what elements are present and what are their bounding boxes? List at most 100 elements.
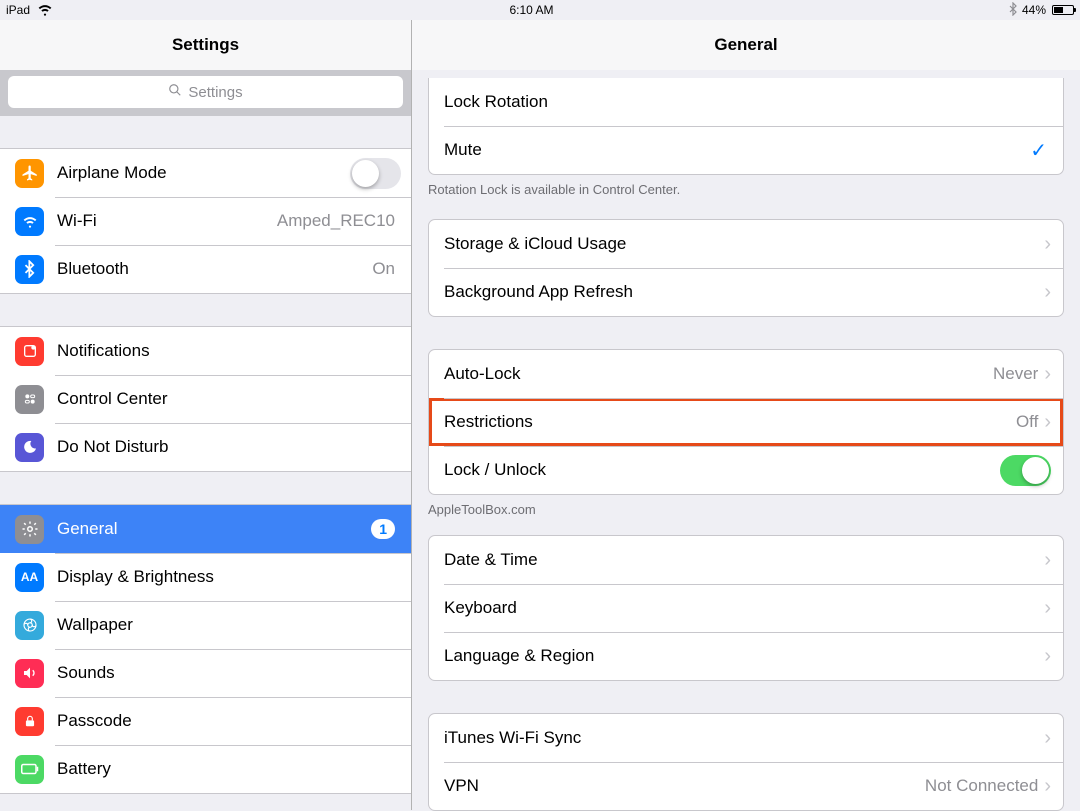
sidebar-item-notifications[interactable]: Notifications — [0, 327, 411, 375]
watermark: AppleToolBox.com — [412, 495, 1080, 517]
wifi-label: Wi-Fi — [57, 211, 277, 231]
row-datetime[interactable]: Date & Time › — [429, 536, 1063, 584]
notifications-icon — [15, 337, 44, 366]
general-icon — [15, 515, 44, 544]
wifi-icon — [36, 0, 54, 21]
search-input[interactable]: Settings — [8, 76, 403, 108]
bluetooth-label: Bluetooth — [57, 259, 372, 279]
chevron-right-icon: › — [1044, 412, 1051, 432]
dnd-icon — [15, 433, 44, 462]
lockunlock-switch[interactable] — [1000, 455, 1051, 486]
battery-percent: 44% — [1022, 3, 1046, 17]
bgrefresh-label: Background App Refresh — [444, 282, 1044, 302]
storage-label: Storage & iCloud Usage — [444, 234, 1044, 254]
sounds-label: Sounds — [57, 663, 401, 683]
clock: 6:10 AM — [509, 3, 553, 17]
vpn-label: VPN — [444, 776, 925, 796]
autolock-label: Auto-Lock — [444, 364, 993, 384]
detail-pane: General Lock Rotation Mute ✓ Rotation Lo… — [412, 20, 1080, 810]
sidebar-item-wifi[interactable]: Wi-Fi Amped_REC10 — [0, 197, 411, 245]
controlcenter-icon — [15, 385, 44, 414]
rotation-footer: Rotation Lock is available in Control Ce… — [412, 175, 1080, 197]
sidebar-item-general[interactable]: General 1 — [0, 505, 411, 553]
search-icon — [168, 83, 182, 101]
sidebar-group-general: General 1 AA Display & Brightness Wallpa… — [0, 504, 411, 794]
search-placeholder: Settings — [188, 84, 242, 101]
detail-group-itunes: iTunes Wi-Fi Sync › VPN Not Connected › — [428, 713, 1064, 811]
wallpaper-icon — [15, 611, 44, 640]
sidebar-item-wallpaper[interactable]: Wallpaper — [0, 601, 411, 649]
autolock-value: Never — [993, 364, 1038, 384]
chevron-right-icon: › — [1044, 728, 1051, 748]
row-storage[interactable]: Storage & iCloud Usage › — [429, 220, 1063, 268]
detail-group-storage: Storage & iCloud Usage › Background App … — [428, 219, 1064, 317]
chevron-right-icon: › — [1044, 646, 1051, 666]
bluetooth-value: On — [372, 259, 395, 279]
checkmark-icon: ✓ — [1030, 138, 1047, 163]
row-restrictions[interactable]: Restrictions Off › — [429, 398, 1063, 446]
sidebar-item-display[interactable]: AA Display & Brightness — [0, 553, 411, 601]
row-autolock[interactable]: Auto-Lock Never › — [429, 350, 1063, 398]
sidebar-group-notifications: Notifications Control Center Do Not Dist… — [0, 326, 411, 472]
detail-group-lock: Auto-Lock Never › Restrictions Off › Loc… — [428, 349, 1064, 495]
sidebar-item-sounds[interactable]: Sounds — [0, 649, 411, 697]
passcode-label: Passcode — [57, 711, 401, 731]
sidebar-item-controlcenter[interactable]: Control Center — [0, 375, 411, 423]
sounds-icon — [15, 659, 44, 688]
airplane-icon — [15, 159, 44, 188]
datetime-label: Date & Time — [444, 550, 1044, 570]
row-vpn[interactable]: VPN Not Connected › — [429, 762, 1063, 810]
search-wrap: Settings — [0, 70, 411, 116]
chevron-right-icon: › — [1044, 598, 1051, 618]
keyboard-label: Keyboard — [444, 598, 1044, 618]
mute-label: Mute — [444, 140, 1030, 160]
itunessync-label: iTunes Wi-Fi Sync — [444, 728, 1044, 748]
notifications-label: Notifications — [57, 341, 401, 361]
chevron-right-icon: › — [1044, 282, 1051, 302]
general-label: General — [57, 519, 371, 539]
airplane-label: Airplane Mode — [57, 163, 350, 183]
battery-settings-icon — [15, 755, 44, 784]
row-lockrotation[interactable]: Lock Rotation — [429, 78, 1063, 126]
bluetooth-status-icon — [1009, 2, 1018, 19]
controlcenter-label: Control Center — [57, 389, 401, 409]
dnd-label: Do Not Disturb — [57, 437, 401, 457]
sidebar-item-passcode[interactable]: Passcode — [0, 697, 411, 745]
row-language[interactable]: Language & Region › — [429, 632, 1063, 680]
sidebar: Settings Settings Airplane Mode Wi-Fi Am… — [0, 20, 412, 810]
lockrotation-label: Lock Rotation — [444, 92, 1051, 112]
sidebar-item-airplane[interactable]: Airplane Mode — [0, 149, 411, 197]
general-badge: 1 — [371, 519, 395, 539]
device-label: iPad — [6, 3, 30, 17]
sidebar-item-dnd[interactable]: Do Not Disturb — [0, 423, 411, 471]
status-bar: iPad 6:10 AM 44% — [0, 0, 1080, 20]
row-lockunlock[interactable]: Lock / Unlock — [429, 446, 1063, 494]
row-itunessync[interactable]: iTunes Wi-Fi Sync › — [429, 714, 1063, 762]
restrictions-value: Off — [1016, 412, 1038, 432]
wallpaper-label: Wallpaper — [57, 615, 401, 635]
chevron-right-icon: › — [1044, 364, 1051, 384]
row-bgrefresh[interactable]: Background App Refresh › — [429, 268, 1063, 316]
chevron-right-icon: › — [1044, 234, 1051, 254]
sidebar-item-battery[interactable]: Battery — [0, 745, 411, 793]
bluetooth-icon — [15, 255, 44, 284]
sidebar-item-bluetooth[interactable]: Bluetooth On — [0, 245, 411, 293]
sidebar-group-connectivity: Airplane Mode Wi-Fi Amped_REC10 Bluetoot… — [0, 148, 411, 294]
row-keyboard[interactable]: Keyboard › — [429, 584, 1063, 632]
detail-group-datetime: Date & Time › Keyboard › Language & Regi… — [428, 535, 1064, 681]
restrictions-label: Restrictions — [444, 412, 1016, 432]
chevron-right-icon: › — [1044, 776, 1051, 796]
vpn-value: Not Connected — [925, 776, 1038, 796]
language-label: Language & Region — [444, 646, 1044, 666]
display-label: Display & Brightness — [57, 567, 401, 587]
airplane-switch[interactable] — [350, 158, 401, 189]
battery-icon — [1052, 5, 1074, 15]
wifi-settings-icon — [15, 207, 44, 236]
sidebar-title: Settings — [0, 20, 411, 70]
lockunlock-label: Lock / Unlock — [444, 460, 1000, 480]
row-mute[interactable]: Mute ✓ — [429, 126, 1063, 174]
chevron-right-icon: › — [1044, 550, 1051, 570]
detail-group-sideswitch: Lock Rotation Mute ✓ — [428, 78, 1064, 175]
display-icon: AA — [15, 563, 44, 592]
passcode-icon — [15, 707, 44, 736]
